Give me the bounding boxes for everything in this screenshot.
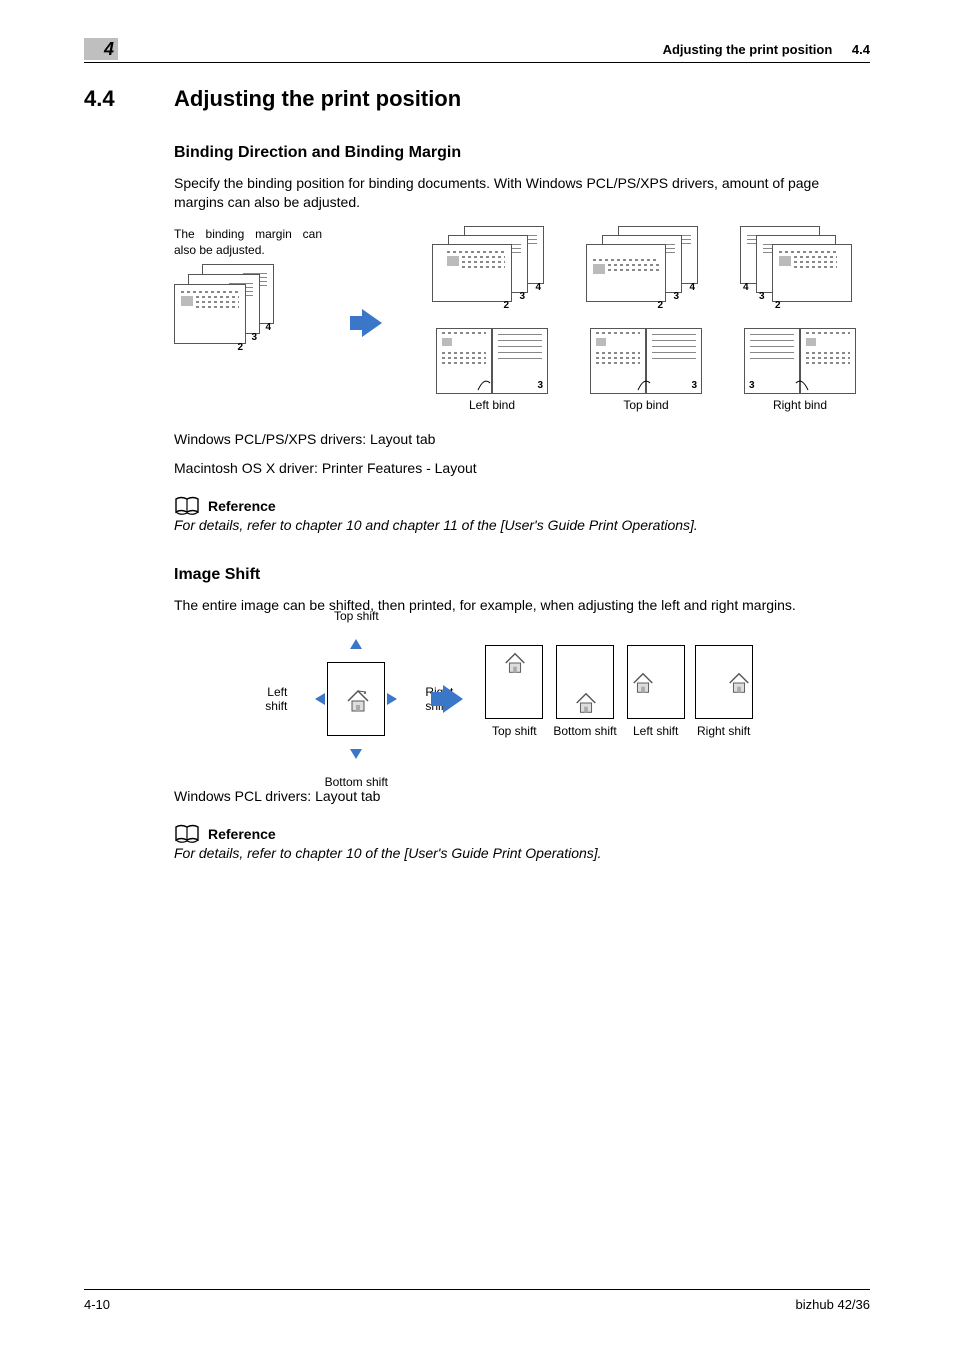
page-footer: 4-10 bizhub 42/36 bbox=[84, 1297, 870, 1312]
house-icon bbox=[502, 650, 526, 674]
image-shift-reference-row: Reference bbox=[174, 824, 870, 844]
image-shift-results: Top shift Bottom shift Left shift Right … bbox=[485, 645, 752, 753]
header-title: Adjusting the print position bbox=[663, 42, 833, 57]
page-number: 2 bbox=[657, 300, 663, 311]
binding-heading: Binding Direction and Binding Margin bbox=[174, 144, 870, 162]
binding-note-2: Macintosh OS X driver: Printer Features … bbox=[174, 459, 870, 478]
house-icon bbox=[726, 670, 750, 694]
page-number: 3 bbox=[749, 380, 755, 391]
book-icon bbox=[174, 824, 200, 844]
top-bind-label: Top bind bbox=[623, 398, 668, 412]
binding-note-1: Windows PCL/PS/XPS drivers: Layout tab bbox=[174, 430, 870, 449]
page-number: 2 bbox=[237, 342, 243, 353]
image-shift-reference-text: For details, refer to chapter 10 of the … bbox=[174, 844, 870, 863]
left-shift-label: Left shift bbox=[253, 685, 287, 713]
right-bind-label: Right bind bbox=[773, 398, 827, 412]
page-number: 3 bbox=[519, 291, 525, 302]
page-number: 3 bbox=[537, 380, 543, 391]
binding-source-caption: The binding margin can also be adjusted. bbox=[174, 226, 322, 258]
page-number: 4 bbox=[265, 322, 271, 333]
bottom-shift-label: Bottom shift bbox=[325, 775, 388, 789]
book-icon bbox=[174, 496, 200, 516]
top-shift-label: Top shift bbox=[334, 609, 379, 623]
header-rule bbox=[84, 62, 870, 63]
left-bind-pair: 3 bbox=[436, 328, 548, 394]
arrow-down-icon bbox=[350, 749, 362, 759]
footer-product-name: bizhub 42/36 bbox=[796, 1297, 870, 1312]
result-caption: Bottom shift bbox=[553, 725, 616, 753]
section-title: Adjusting the print position bbox=[174, 86, 461, 111]
footer-rule bbox=[84, 1289, 870, 1290]
page-number: 3 bbox=[251, 332, 257, 343]
arrow-up-icon bbox=[350, 639, 362, 649]
section-number: 4.4 bbox=[84, 86, 174, 112]
binding-reference-label: Reference bbox=[208, 498, 276, 514]
page-number: 4 bbox=[689, 282, 695, 293]
footer-page-number: 4-10 bbox=[84, 1297, 110, 1312]
image-shift-intro: The entire image can be shifted, then pr… bbox=[174, 596, 870, 615]
page-number: 3 bbox=[673, 291, 679, 302]
page-header: 4 Adjusting the print position 4.4 bbox=[84, 38, 870, 60]
result-caption: Top shift bbox=[492, 725, 537, 753]
arrow-left-icon bbox=[315, 693, 325, 705]
left-bind-label: Left bind bbox=[469, 398, 515, 412]
binding-figure: The binding margin can also be adjusted.… bbox=[174, 226, 870, 412]
right-bind-pair: 3 bbox=[744, 328, 856, 394]
page-number: 3 bbox=[691, 380, 697, 391]
image-shift-source: Top shift Bottom shift Left shift Right … bbox=[291, 629, 421, 769]
binding-reference-text: For details, refer to chapter 10 and cha… bbox=[174, 516, 870, 535]
page-number: 3 bbox=[759, 291, 765, 302]
top-bind-pair: 3 bbox=[590, 328, 702, 394]
page-number: 4 bbox=[743, 282, 749, 293]
image-shift-reference-label: Reference bbox=[208, 826, 276, 842]
page-number: 2 bbox=[503, 300, 509, 311]
binding-reference-row: Reference bbox=[174, 496, 870, 516]
page-number: 2 bbox=[775, 300, 781, 311]
result-caption: Left shift bbox=[633, 725, 678, 753]
arrow-right-icon bbox=[362, 309, 382, 337]
section-heading: 4.4Adjusting the print position bbox=[84, 86, 870, 112]
house-icon bbox=[344, 687, 368, 711]
binding-intro: Specify the binding position for binding… bbox=[174, 174, 870, 212]
arrow-right-icon bbox=[443, 685, 463, 713]
image-shift-figure: Top shift Bottom shift Left shift Right … bbox=[174, 629, 870, 769]
image-shift-note-1: Windows PCL drivers: Layout tab bbox=[174, 787, 870, 806]
header-right: Adjusting the print position 4.4 bbox=[663, 42, 870, 57]
page-number: 4 bbox=[535, 282, 541, 293]
house-icon bbox=[573, 690, 597, 714]
arrow-right-icon bbox=[387, 693, 397, 705]
image-shift-heading: Image Shift bbox=[174, 566, 870, 584]
result-caption: Right shift bbox=[697, 725, 750, 753]
header-section-number: 4.4 bbox=[852, 42, 870, 57]
chapter-badge: 4 bbox=[84, 38, 118, 60]
house-icon bbox=[630, 670, 654, 694]
binding-result-grid: 4 3 2 4 3 2 4 bbox=[422, 226, 870, 412]
binding-source-stack: 4 3 2 bbox=[174, 264, 284, 352]
